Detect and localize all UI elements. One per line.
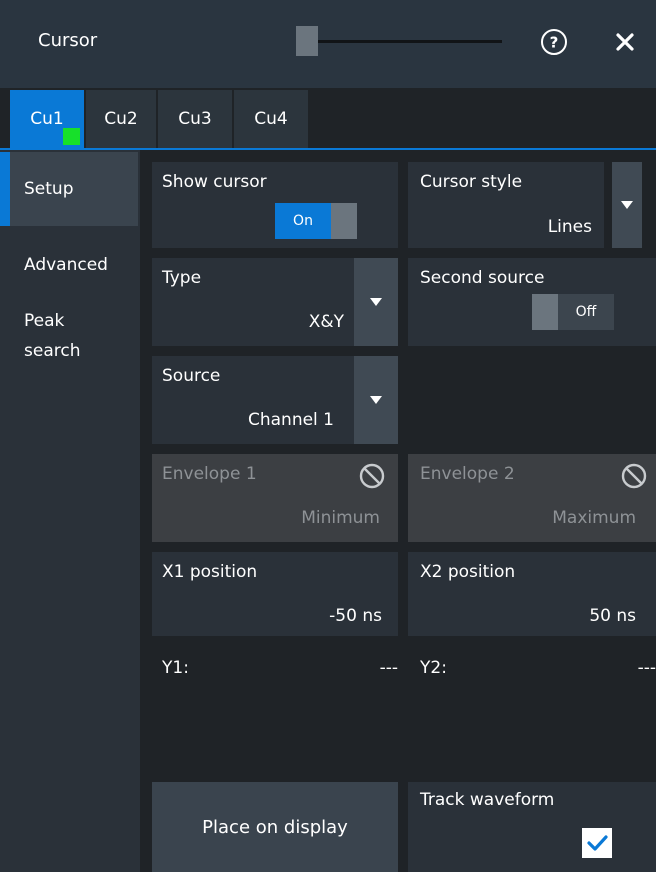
help-icon[interactable]: ? <box>540 28 568 56</box>
chevron-down-icon <box>621 201 633 209</box>
cursor-style-label: Cursor style <box>420 172 523 192</box>
tab-label: Cu2 <box>104 109 138 129</box>
type-value: X&Y <box>308 312 344 332</box>
checkmark-icon <box>587 835 608 851</box>
tab-label: Cu4 <box>254 109 288 129</box>
tab-label: Cu3 <box>178 109 212 129</box>
tab-cu4[interactable]: Cu4 <box>234 90 308 148</box>
cursor-active-indicator <box>63 128 80 145</box>
source-value: Channel 1 <box>247 410 334 430</box>
source-dropdown[interactable] <box>354 356 398 444</box>
button-label: Place on display <box>202 816 348 838</box>
disabled-icon <box>358 462 386 490</box>
track-waveform-label: Track waveform <box>420 790 555 810</box>
x1-position-value: -50 ns <box>162 606 382 626</box>
type-label: Type <box>162 268 202 288</box>
close-icon[interactable] <box>614 31 636 53</box>
y2-value: --- <box>637 658 656 678</box>
sidebar-item-advanced[interactable]: Advanced <box>10 250 138 280</box>
track-waveform-checkbox[interactable] <box>582 828 612 858</box>
window-title: Cursor <box>38 30 98 51</box>
svg-text:?: ? <box>550 34 559 52</box>
cursor-style-value: Lines <box>547 217 592 237</box>
chevron-down-icon <box>370 396 382 404</box>
sidebar-item-label: Advanced <box>24 255 108 275</box>
value: 50 <box>589 606 611 626</box>
y2-label: Y2: <box>420 658 447 678</box>
disabled-icon <box>620 462 648 490</box>
toggle-state: On <box>293 213 313 229</box>
type-dropdown[interactable] <box>354 258 398 346</box>
unit: ns <box>616 606 636 626</box>
x2-position-label: X2 position <box>420 562 516 582</box>
envelope2-label: Envelope 2 <box>420 464 515 484</box>
unit: ns <box>362 606 382 626</box>
tab-cu3[interactable]: Cu3 <box>158 90 232 148</box>
cursor-style-dropdown[interactable] <box>612 162 642 248</box>
second-source-label: Second source <box>420 268 545 288</box>
envelope2-value: Maximum <box>552 508 636 528</box>
place-on-display-button[interactable]: Place on display <box>152 782 398 872</box>
envelope1-label: Envelope 1 <box>162 464 257 484</box>
tab-cu2[interactable]: Cu2 <box>86 90 156 148</box>
transparency-slider-track[interactable] <box>296 40 502 43</box>
tab-label: Cu1 <box>30 109 64 129</box>
source-label: Source <box>162 366 221 386</box>
sidebar-item-label: Setup <box>24 179 74 199</box>
sidebar-item-peak-search[interactable]: Peak search <box>10 306 90 366</box>
transparency-slider-handle[interactable] <box>296 26 318 56</box>
value: -50 <box>329 606 357 626</box>
toggle-state: Off <box>575 304 597 320</box>
x2-position-value: 50 ns <box>420 606 636 626</box>
y1-label: Y1: <box>162 658 189 678</box>
show-cursor-label: Show cursor <box>162 172 267 192</box>
x1-position-label: X1 position <box>162 562 258 582</box>
envelope1-value: Minimum <box>301 508 380 528</box>
chevron-down-icon <box>370 298 382 306</box>
sidebar-active-accent <box>0 152 10 226</box>
toggle-knob <box>532 294 558 330</box>
toggle-knob <box>331 203 357 239</box>
y1-value: --- <box>379 658 398 678</box>
sidebar-item-label: Peak search <box>24 311 81 361</box>
sidebar-item-setup[interactable]: Setup <box>10 152 138 226</box>
